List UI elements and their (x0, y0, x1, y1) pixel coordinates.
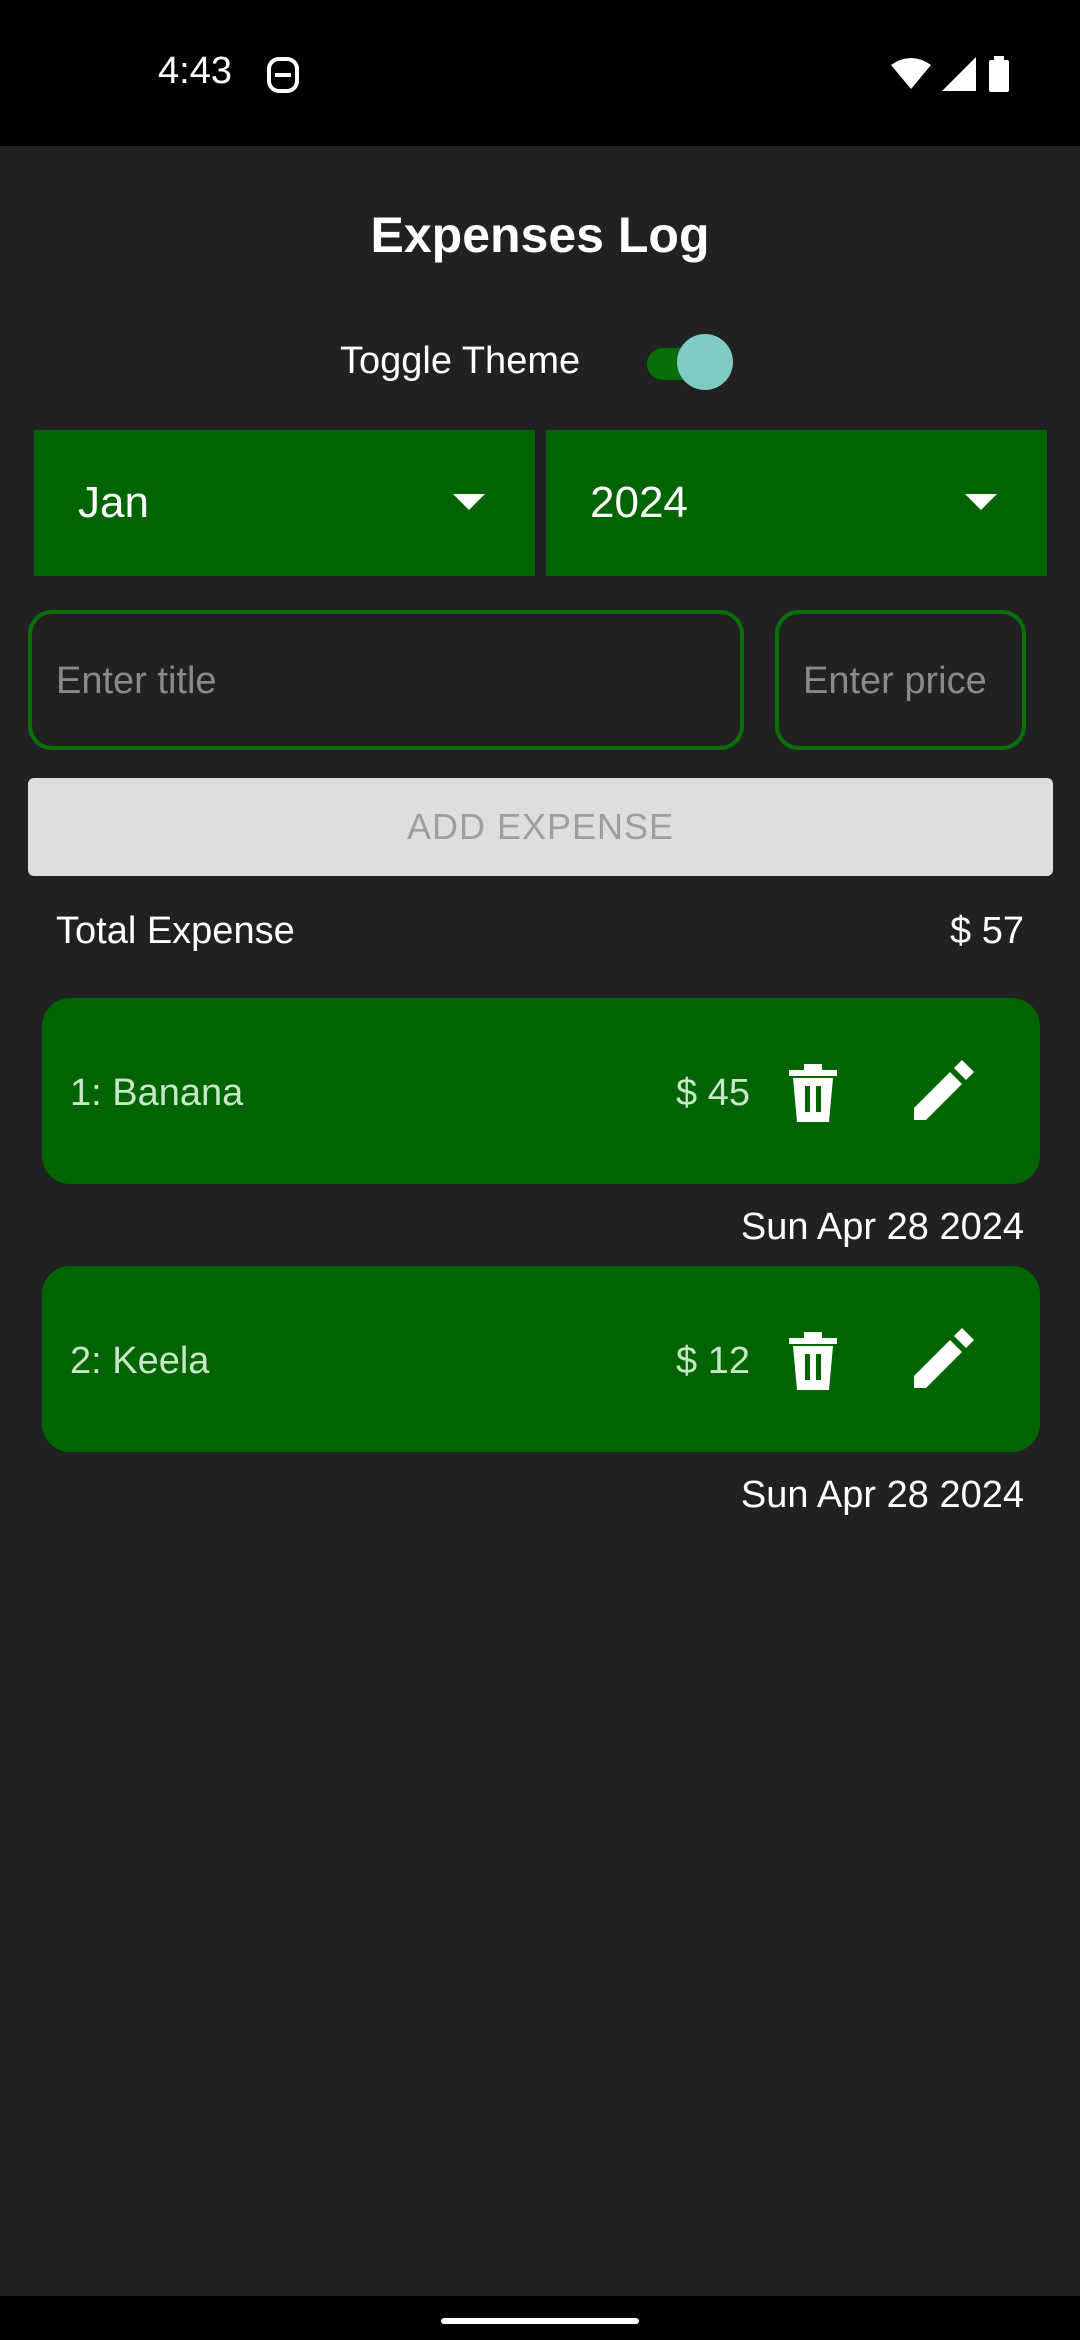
delete-icon[interactable] (787, 1064, 839, 1122)
sim-card-icon (267, 57, 299, 93)
expense-name: 2: Keela (70, 1340, 210, 1382)
month-dropdown[interactable]: Jan (34, 430, 535, 576)
expense-price: $ 45 (676, 1072, 750, 1114)
month-value: Jan (78, 478, 149, 527)
total-expense-value: $ 57 (950, 910, 1024, 952)
wifi-icon (891, 58, 931, 89)
expense-item: 1: Banana $ 45 (42, 998, 1040, 1184)
battery-icon (989, 56, 1009, 92)
toggle-theme-label: Toggle Theme (340, 340, 581, 382)
home-gesture-handle[interactable] (441, 2318, 639, 2324)
price-input[interactable]: Enter price (775, 610, 1026, 750)
chevron-down-icon (453, 494, 485, 510)
title-placeholder: Enter title (56, 660, 217, 702)
title-input[interactable]: Enter title (28, 610, 744, 750)
toggle-thumb (677, 334, 733, 390)
theme-toggle-switch[interactable] (645, 332, 735, 392)
year-dropdown[interactable]: 2024 (546, 430, 1047, 576)
year-value: 2024 (590, 478, 688, 527)
theme-toggle-row: Toggle Theme (0, 332, 1080, 392)
expense-name: 1: Banana (70, 1072, 244, 1114)
status-icons (890, 56, 1010, 92)
status-bar: 4:43 (0, 0, 1080, 146)
delete-icon[interactable] (787, 1332, 839, 1390)
expense-date: Sun Apr 28 2024 (740, 1474, 1024, 1516)
signal-icon (942, 57, 976, 91)
add-expense-button[interactable]: ADD EXPENSE (28, 778, 1053, 876)
expense-item: 2: Keela $ 12 (42, 1266, 1040, 1452)
edit-pencil-icon[interactable] (912, 1328, 974, 1390)
price-placeholder: Enter price (803, 660, 987, 702)
total-expense-label: Total Expense (56, 910, 295, 952)
navigation-bar (0, 2296, 1080, 2340)
expense-date: Sun Apr 28 2024 (740, 1206, 1024, 1248)
status-time: 4:43 (158, 50, 232, 92)
expense-price: $ 12 (676, 1340, 750, 1382)
page-title: Expenses Log (370, 207, 710, 263)
edit-pencil-icon[interactable] (912, 1060, 974, 1122)
chevron-down-icon (965, 494, 997, 510)
